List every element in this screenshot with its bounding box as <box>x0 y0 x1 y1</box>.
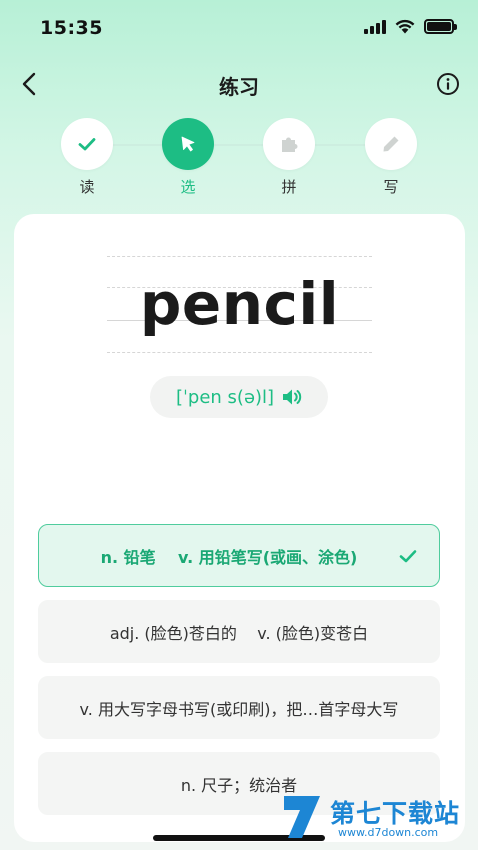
answer-option[interactable]: v. 用大写字母书写(或印刷)，把…首字母大写 <box>38 676 440 739</box>
pronunciation-button[interactable]: [ˈpen s(ə)l] <box>150 376 328 418</box>
watermark-logo-icon <box>284 796 320 838</box>
step-choose[interactable]: 选 <box>161 118 215 197</box>
puzzle-icon <box>282 137 298 152</box>
step-spell-label: 拼 <box>281 178 297 196</box>
word-card: pencil [ˈpen s(ə)l] n. 铅笔 v. 用铅笔写(或画、涂色)… <box>14 214 465 842</box>
wifi-icon <box>395 19 415 34</box>
answer-option-text: v. 用大写字母书写(或印刷)，把…首字母大写 <box>79 699 399 719</box>
battery-icon <box>424 19 457 34</box>
check-icon <box>399 550 417 563</box>
step-choose-circle <box>162 118 214 170</box>
check-icon <box>78 138 96 151</box>
phonetic-text: [ˈpen s(ə)l] <box>175 386 275 408</box>
step-read-circle <box>61 118 113 170</box>
step-spell[interactable]: 拼 <box>262 118 316 197</box>
status-time: 15:35 <box>40 17 103 39</box>
practice-steps: 读 选 拼 写 <box>0 118 478 198</box>
step-write-circle <box>365 118 417 170</box>
step-write-label: 写 <box>383 178 399 196</box>
step-choose-label: 选 <box>180 178 196 196</box>
answer-options: n. 铅笔 v. 用铅笔写(或画、涂色) adj. (脸色)苍白的 v. (脸色… <box>38 524 440 828</box>
status-bar: 15:35 <box>0 0 478 56</box>
info-button[interactable] <box>436 72 460 96</box>
watermark: 第七下载站 www.d7down.com <box>280 790 472 846</box>
watermark-url: www.d7down.com <box>338 826 439 839</box>
answer-option[interactable]: n. 铅笔 v. 用铅笔写(或画、涂色) <box>38 524 440 587</box>
step-read[interactable]: 读 <box>60 118 114 197</box>
cursor-icon <box>181 136 195 152</box>
steps-connector <box>87 144 391 146</box>
info-icon <box>437 73 459 95</box>
answer-option-text: adj. (脸色)苍白的 v. (脸色)变苍白 <box>109 623 369 643</box>
step-read-label: 读 <box>79 178 95 196</box>
page-title: 练习 <box>219 75 259 99</box>
watermark-title: 第七下载站 <box>330 799 461 828</box>
answer-option-text: n. 铅笔 v. 用铅笔写(或画、涂色) <box>100 547 358 567</box>
pencil-icon <box>383 136 399 152</box>
speaker-icon <box>283 389 302 405</box>
word-text: pencil <box>139 270 340 338</box>
cellular-signal-icon <box>364 19 386 34</box>
step-write[interactable]: 写 <box>364 118 418 197</box>
word-guides: pencil <box>107 256 372 356</box>
step-spell-circle <box>263 118 315 170</box>
header: 练习 <box>0 62 478 106</box>
status-icons <box>364 19 457 34</box>
answer-option[interactable]: adj. (脸色)苍白的 v. (脸色)变苍白 <box>38 600 440 663</box>
